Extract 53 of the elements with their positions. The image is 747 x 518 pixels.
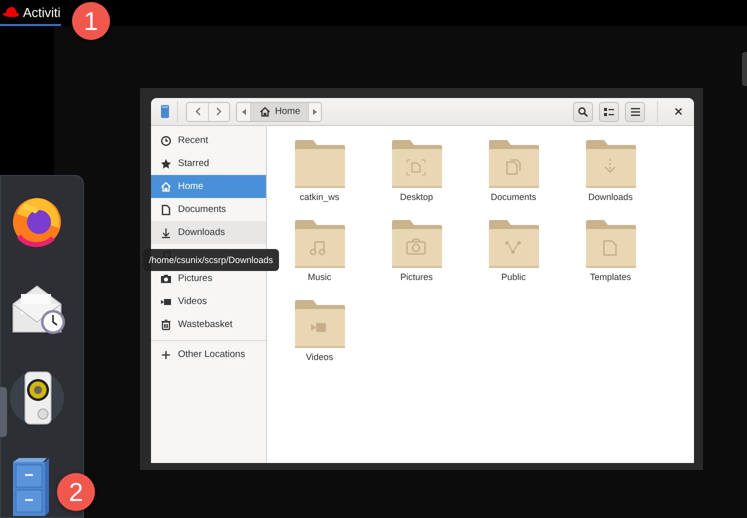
home-icon [259,106,271,118]
plus-icon [160,348,172,360]
list-view-icon [604,108,614,116]
step-number-badge: 1 [72,2,110,40]
file-cabinet-icon[interactable] [13,456,49,518]
folder-icon [294,218,346,270]
document-icon [160,204,172,216]
folder-item[interactable]: Templates [562,218,659,298]
chevron-right-icon [216,107,222,116]
clock-icon [160,134,172,146]
folder-icon [584,138,636,190]
star-icon [160,158,172,170]
sidebar-toggle-icon[interactable] [161,105,169,118]
search-icon [578,106,588,116]
workspace-edge [742,52,747,86]
menu-icon [630,108,640,116]
chevron-left-icon [194,107,200,116]
menu-button[interactable] [625,102,645,122]
folder-icon [488,138,540,190]
path-home-button[interactable]: Home [250,102,308,120]
home-icon [160,180,172,192]
caret-right-icon [313,108,318,114]
folder-item[interactable]: Desktop [368,138,465,218]
folder-icon [488,218,540,270]
folder-item[interactable]: Pictures [368,218,465,298]
folder-icon [294,138,346,190]
folder-item[interactable]: Downloads [562,138,659,218]
dock-handle[interactable] [0,387,7,437]
folder-icon [390,138,442,190]
download-icon [160,226,172,238]
hat-logo-icon [3,6,19,18]
search-button[interactable] [573,102,593,122]
sidebar-item[interactable]: Recent [151,129,266,152]
sidebar-item[interactable]: Wastebasket [151,313,266,336]
trash-icon [160,318,172,330]
activities-button[interactable]: Activiti [0,0,61,26]
camera-icon [160,272,172,284]
sidebar-item[interactable]: Downloads [151,221,266,244]
caret-left-icon [242,108,246,114]
folder-icon [584,218,636,270]
path-tooltip: /home/csunix/scsrp/Downloads [143,249,280,271]
sidebar-item[interactable]: Documents [151,198,266,221]
sidebar-item[interactable]: Other Locations [151,343,266,366]
folder-icon [294,298,346,350]
folder-item[interactable]: Documents [465,138,562,218]
view-options-button[interactable] [599,102,619,122]
sidebar-item[interactable]: Videos [151,290,266,313]
folder-item[interactable]: Videos [271,298,368,378]
folder-icon [390,218,442,270]
folder-item[interactable]: catkin_ws [271,138,368,218]
folder-item[interactable]: Public [465,218,562,298]
close-icon [674,108,682,115]
sidebar-item[interactable]: Starred [151,152,266,175]
